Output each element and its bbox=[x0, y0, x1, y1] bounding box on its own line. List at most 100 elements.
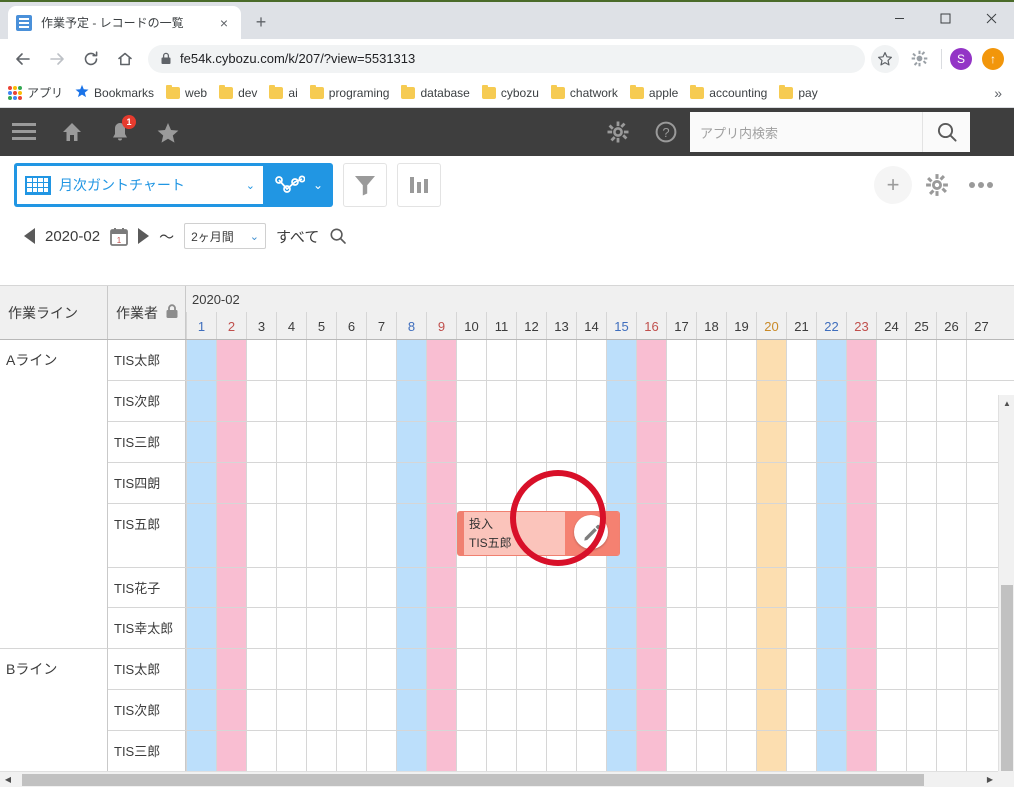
day-cell[interactable] bbox=[336, 731, 366, 771]
day-cell[interactable] bbox=[426, 504, 456, 567]
day-cell[interactable] bbox=[966, 381, 996, 421]
day-cell[interactable] bbox=[216, 690, 246, 730]
day-cell[interactable] bbox=[366, 568, 396, 607]
gantt-chart-toggle[interactable]: ⌄ bbox=[263, 163, 333, 207]
day-cell[interactable] bbox=[366, 731, 396, 771]
star-icon[interactable] bbox=[144, 108, 192, 156]
day-cell[interactable] bbox=[276, 504, 306, 567]
day-cell[interactable] bbox=[426, 649, 456, 689]
day-cell[interactable] bbox=[846, 381, 876, 421]
day-cell[interactable] bbox=[816, 504, 846, 567]
day-cell[interactable] bbox=[936, 463, 966, 503]
day-cell[interactable] bbox=[546, 422, 576, 462]
day-cell[interactable] bbox=[696, 422, 726, 462]
day-cell[interactable] bbox=[216, 340, 246, 380]
day-cell[interactable] bbox=[696, 690, 726, 730]
day-cell[interactable] bbox=[516, 381, 546, 421]
day-cell[interactable] bbox=[906, 731, 936, 771]
day-cell[interactable] bbox=[546, 731, 576, 771]
day-cell[interactable] bbox=[186, 608, 216, 648]
day-cell[interactable] bbox=[186, 649, 216, 689]
day-cell[interactable] bbox=[516, 422, 546, 462]
day-cell[interactable] bbox=[756, 608, 786, 648]
day-cell[interactable] bbox=[876, 463, 906, 503]
day-cell[interactable] bbox=[306, 381, 336, 421]
day-cell[interactable] bbox=[906, 422, 936, 462]
day-cell[interactable] bbox=[216, 463, 246, 503]
day-cell[interactable] bbox=[396, 463, 426, 503]
day-cell[interactable] bbox=[486, 649, 516, 689]
gear-icon[interactable] bbox=[594, 108, 642, 156]
day-cell[interactable] bbox=[456, 568, 486, 607]
day-cell[interactable] bbox=[636, 568, 666, 607]
day-cell[interactable] bbox=[546, 381, 576, 421]
day-cell[interactable] bbox=[876, 568, 906, 607]
day-cell[interactable] bbox=[966, 608, 996, 648]
day-cell[interactable] bbox=[276, 568, 306, 607]
day-cell[interactable] bbox=[276, 422, 306, 462]
day-cell[interactable] bbox=[666, 381, 696, 421]
vertical-scrollbar[interactable]: ▲ bbox=[998, 395, 1014, 787]
horizontal-scrollbar[interactable]: ◀ ▶ bbox=[0, 771, 998, 787]
reload-icon[interactable] bbox=[76, 44, 106, 74]
day-cell[interactable] bbox=[846, 463, 876, 503]
day-cell[interactable] bbox=[246, 608, 276, 648]
day-cell[interactable] bbox=[876, 649, 906, 689]
day-cell[interactable] bbox=[486, 422, 516, 462]
bookmark-item[interactable]: アプリ bbox=[8, 84, 63, 101]
day-cell[interactable] bbox=[906, 340, 936, 380]
day-cell[interactable] bbox=[696, 504, 726, 567]
bookmark-item[interactable]: dev bbox=[219, 84, 257, 100]
day-cell[interactable] bbox=[816, 568, 846, 607]
add-record-button[interactable]: + bbox=[874, 166, 912, 204]
day-cell[interactable] bbox=[696, 568, 726, 607]
view-selector[interactable]: 月次ガントチャート ⌄ ⌄ bbox=[14, 163, 334, 207]
day-cell[interactable] bbox=[846, 690, 876, 730]
day-cell[interactable] bbox=[396, 608, 426, 648]
new-tab-button[interactable]: + bbox=[247, 8, 275, 36]
day-cell[interactable] bbox=[456, 649, 486, 689]
day-cell[interactable] bbox=[276, 649, 306, 689]
day-cell[interactable] bbox=[456, 731, 486, 771]
day-cell[interactable] bbox=[966, 690, 996, 730]
day-cell[interactable] bbox=[786, 649, 816, 689]
day-cell[interactable] bbox=[846, 649, 876, 689]
day-cell[interactable] bbox=[666, 340, 696, 380]
day-cell[interactable] bbox=[426, 690, 456, 730]
day-cell[interactable] bbox=[576, 608, 606, 648]
day-cell[interactable] bbox=[666, 463, 696, 503]
day-cell[interactable] bbox=[726, 381, 756, 421]
day-cell[interactable] bbox=[936, 690, 966, 730]
day-cell[interactable] bbox=[186, 381, 216, 421]
day-cell[interactable] bbox=[396, 690, 426, 730]
day-cell[interactable] bbox=[516, 731, 546, 771]
day-cell[interactable] bbox=[426, 340, 456, 380]
view-name-box[interactable]: 月次ガントチャート ⌄ bbox=[17, 166, 263, 204]
day-cell[interactable] bbox=[486, 690, 516, 730]
chevron-down-icon[interactable]: ⌄ bbox=[246, 179, 255, 192]
day-cell[interactable] bbox=[576, 340, 606, 380]
horizontal-scroll-thumb[interactable] bbox=[22, 773, 924, 786]
day-cell[interactable] bbox=[756, 422, 786, 462]
bookmark-star-icon[interactable] bbox=[871, 44, 899, 73]
day-cell[interactable] bbox=[246, 690, 276, 730]
day-cell[interactable] bbox=[966, 568, 996, 607]
day-cell[interactable] bbox=[246, 731, 276, 771]
day-cell[interactable] bbox=[666, 731, 696, 771]
vertical-scroll-thumb[interactable] bbox=[1001, 585, 1013, 787]
day-cell[interactable] bbox=[696, 649, 726, 689]
day-cell[interactable] bbox=[516, 608, 546, 648]
minimize-icon[interactable] bbox=[876, 2, 922, 34]
day-cell[interactable] bbox=[336, 381, 366, 421]
day-cell[interactable] bbox=[276, 381, 306, 421]
day-cell[interactable] bbox=[216, 422, 246, 462]
day-cell[interactable] bbox=[186, 690, 216, 730]
day-cell[interactable] bbox=[486, 381, 516, 421]
day-cell[interactable] bbox=[966, 422, 996, 462]
day-cell[interactable] bbox=[786, 568, 816, 607]
day-cell[interactable] bbox=[636, 504, 666, 567]
day-cell[interactable] bbox=[756, 690, 786, 730]
bell-icon[interactable]: 1 bbox=[96, 108, 144, 156]
scroll-up-arrow[interactable]: ▲ bbox=[999, 395, 1014, 411]
home-icon[interactable] bbox=[48, 108, 96, 156]
